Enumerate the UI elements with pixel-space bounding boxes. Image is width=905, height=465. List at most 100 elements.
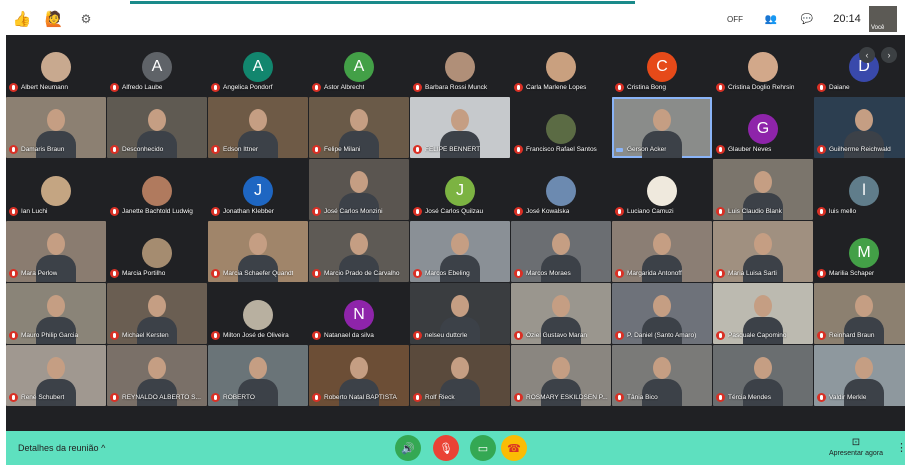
participant-tile[interactable]: Oziel Gustavo Maran [511,283,611,344]
participant-name: Albert Neumann [21,84,68,91]
participant-name: Maria Luisa Sarti [728,270,777,277]
participant-label: Luis Claudio Blank [716,206,811,217]
participant-tile[interactable]: FELIPE BENNERT [410,97,510,158]
participant-name: Desconhecido [122,146,164,153]
participant-tile[interactable]: Carla Marlene Lopes [511,35,611,96]
mic-muted-icon [413,207,422,216]
participant-tile[interactable]: Edson Ittner [208,97,308,158]
participant-label: Gerson Acker [615,144,710,155]
more-options-icon[interactable]: ⋮ [896,441,905,454]
volume-button[interactable]: 🔊 [395,435,421,461]
participant-tile[interactable]: Marcia Portilho [107,221,207,282]
avatar-photo [546,52,576,82]
participant-tile[interactable]: Felipe Milani [309,97,409,158]
participant-tile[interactable]: D Daiane [814,35,905,96]
participant-tile[interactable]: Barbara Rossi Munck [410,35,510,96]
participant-tile[interactable]: M Marilia Schaper [814,221,905,282]
participant-label: Mauro Philip Garcia [9,330,104,341]
participant-name: Mara Perlow [21,270,58,277]
next-page-button[interactable]: › [881,47,897,63]
participants-icon[interactable]: 👥 [753,14,789,25]
participant-tile[interactable]: ROBERTO [208,345,308,406]
participant-tile[interactable]: Reinhard Braun [814,283,905,344]
mic-muted-icon [211,83,220,92]
participant-tile[interactable]: J Jonathan Klebber [208,159,308,220]
meeting-details-button[interactable]: Detalhes da reunião ^ [18,443,105,453]
participant-tile[interactable]: Tânia Bico [612,345,712,406]
participant-tile[interactable]: Damaris Braun [6,97,106,158]
participant-tile[interactable]: C Cristina Bong [612,35,712,96]
participant-tile[interactable]: Rolf Rieck [410,345,510,406]
mic-muted-icon [716,331,725,340]
participant-tile[interactable]: l luis mello [814,159,905,220]
participant-tile[interactable]: Valdir Merkle [814,345,905,406]
participant-tile[interactable]: Marcia Schaefer Quandt [208,221,308,282]
participant-tile[interactable]: Albert Neumann [6,35,106,96]
participant-tile[interactable]: A Angelica Pondorf [208,35,308,96]
raise-hand-icon[interactable]: 🙋 [44,9,64,29]
mic-muted-icon [514,393,523,402]
mic-muted-icon [615,207,624,216]
participant-tile[interactable]: Mauro Philip Garcia [6,283,106,344]
participant-tile[interactable]: P. Daniel (Santo Amaro) [612,283,712,344]
participant-tile[interactable]: René Schubert [6,345,106,406]
microphone-toggle-button[interactable]: 🎙 [433,435,459,461]
participant-tile[interactable]: ROSMARY ESKILDSEN P... [511,345,611,406]
participant-tile[interactable]: A Alfredo Laube [107,35,207,96]
mic-muted-icon [312,207,321,216]
present-now-button[interactable]: ⊡ Apresentar agora [826,437,886,457]
participant-tile[interactable]: Janette Bachtold Ludwig [107,159,207,220]
participant-tile[interactable]: Guilherme Reichwald [814,97,905,158]
participant-name: ROSMARY ESKILDSEN P... [526,394,608,401]
participant-tile[interactable]: Roberto Natal BAPTISTA [309,345,409,406]
participant-tile[interactable]: Margarida Antonoff [612,221,712,282]
participant-tile[interactable]: J José Carlos Quilzau [410,159,510,220]
participant-tile[interactable]: A Astor Albrecht [309,35,409,96]
chat-icon[interactable]: 💬 [789,14,825,25]
participant-tile[interactable]: José Carlos Monzini [309,159,409,220]
participant-tile[interactable]: Cristina Doglio Rehrsin [713,35,813,96]
captions-status[interactable]: OFF [717,15,753,24]
present-now-label: Apresentar agora [828,450,884,457]
participant-name: Janette Bachtold Ludwig [122,208,193,215]
self-view-thumbnail[interactable]: Você [869,6,897,32]
participant-tile[interactable]: Pasquale Capomino [713,283,813,344]
participant-tile[interactable]: REYNALDO ALBERTO S... [107,345,207,406]
participant-tile[interactable]: G Glauber Neves [713,97,813,158]
participant-tile[interactable]: Desconhecido [107,97,207,158]
participant-tile[interactable]: Marcio Prado de Carvalho [309,221,409,282]
avatar-letter: A [142,52,172,82]
thumbs-up-icon[interactable]: 👍 [12,9,32,29]
previous-page-button[interactable]: ‹ [859,47,875,63]
camera-toggle-button[interactable]: ▭ [470,435,496,461]
participant-tile[interactable]: Marcos Moraes [511,221,611,282]
mic-muted-icon [514,207,523,216]
participant-label: Albert Neumann [9,82,104,93]
mic-muted-icon [514,269,523,278]
participant-label: Milton José de Oliveira [211,330,306,341]
participant-tile[interactable]: Milton José de Oliveira [208,283,308,344]
mic-muted-icon [110,331,119,340]
participant-tile[interactable]: Gerson Acker [612,97,712,158]
participant-name: Daiane [829,84,850,91]
mic-muted-icon [615,269,624,278]
top-bar: 👍 🙋 ⚙ OFF 👥 💬 20:14 Você [0,0,905,35]
participant-name: ROBERTO [223,394,255,401]
participant-name: Oziel Gustavo Maran [526,332,588,339]
participant-tile[interactable]: Michael Kersten [107,283,207,344]
participant-tile[interactable]: N Natanael da silva [309,283,409,344]
participant-tile[interactable]: José Kowalska [511,159,611,220]
participant-tile[interactable]: Luciano Camuzi [612,159,712,220]
participant-tile[interactable]: Ian Luchi [6,159,106,220]
participant-tile[interactable]: Mara Perlow [6,221,106,282]
participant-tile[interactable]: Luis Claudio Blank [713,159,813,220]
participant-tile[interactable]: Francisco Rafael Santos [511,97,611,158]
participant-name: Marcia Schaefer Quandt [223,270,294,277]
mic-muted-icon [716,145,725,154]
participant-tile[interactable]: Maria Luisa Sarti [713,221,813,282]
leave-call-button[interactable]: ☎ [501,435,527,461]
participant-tile[interactable]: Tércia Mendes [713,345,813,406]
participant-tile[interactable]: Marcos Ebeling [410,221,510,282]
participant-tile[interactable]: nelseu duttcrle [410,283,510,344]
settings-gear-icon[interactable]: ⚙ [76,9,96,29]
